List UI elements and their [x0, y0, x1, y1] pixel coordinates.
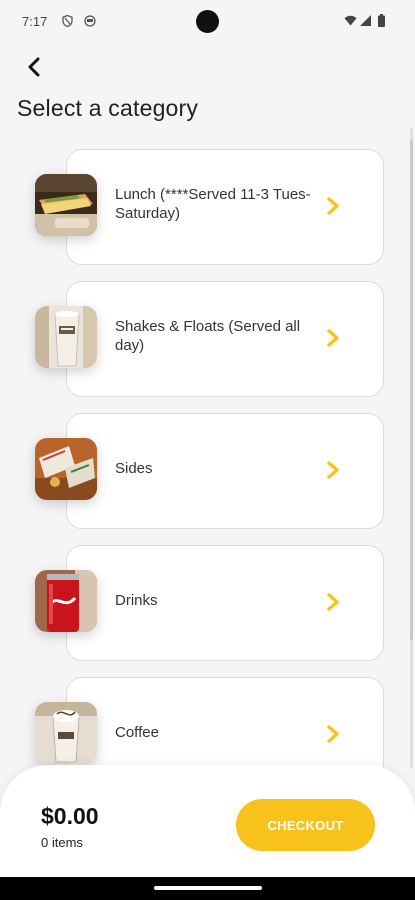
- category-label: Shakes & Floats (Served all day): [115, 318, 301, 354]
- drinks-image: [35, 570, 97, 632]
- chevron-right-icon: [327, 725, 339, 743]
- category-item-shakes-floats[interactable]: Shakes & Floats (Served all day): [0, 281, 415, 397]
- lunch-image: [35, 174, 97, 236]
- category-label: Lunch (****Served 11-3 Tues-Saturday): [115, 186, 311, 222]
- category-item-drinks[interactable]: Drinks: [0, 545, 415, 661]
- checkout-button[interactable]: CHECKOUT: [236, 799, 375, 851]
- cart-item-count: 0 items: [41, 835, 83, 850]
- category-label: Coffee: [115, 724, 159, 741]
- chevron-right-icon: [327, 329, 339, 347]
- category-item-sides[interactable]: Sides: [0, 413, 415, 529]
- coffee-image: [35, 702, 97, 764]
- system-navigation-bar: [0, 877, 415, 900]
- shake-image: [35, 306, 97, 368]
- chevron-right-icon: [327, 461, 339, 479]
- chevron-right-icon: [327, 197, 339, 215]
- chevron-right-icon: [327, 593, 339, 611]
- cart-total: $0.00: [41, 803, 99, 829]
- sides-image: [35, 438, 97, 500]
- cart-summary-sheet: $0.00 0 items CHECKOUT: [0, 765, 415, 877]
- category-item-lunch[interactable]: Lunch (****Served 11-3 Tues-Saturday): [0, 149, 415, 265]
- category-label: Drinks: [115, 592, 158, 609]
- category-label: Sides: [115, 460, 153, 477]
- home-gesture-handle[interactable]: [154, 886, 262, 890]
